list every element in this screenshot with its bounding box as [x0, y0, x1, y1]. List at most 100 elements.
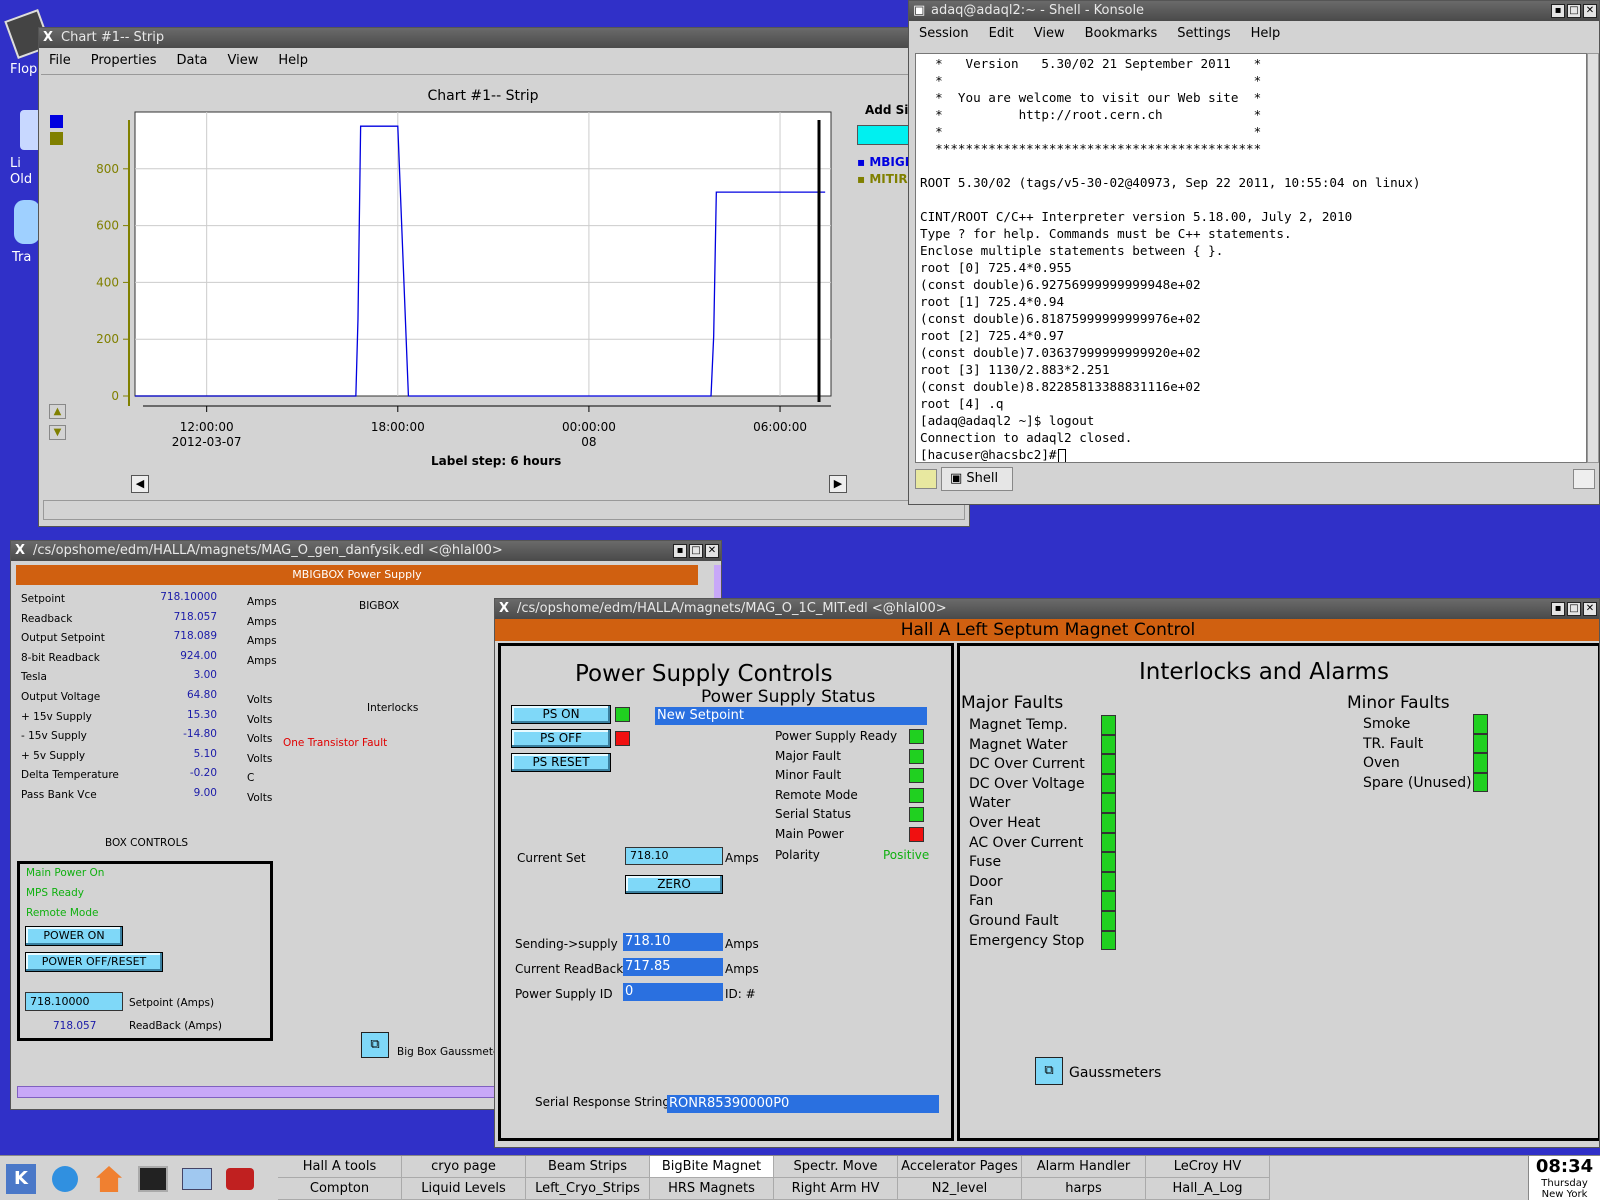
new-tab-icon[interactable]	[915, 469, 937, 489]
series-color-swatch-blue[interactable]	[50, 115, 63, 128]
remote-mode-status: Remote Mode	[26, 907, 99, 919]
close-icon[interactable]: ✕	[705, 544, 719, 558]
taskbar-item[interactable]: Liquid Levels	[402, 1178, 526, 1200]
close-icon[interactable]: ✕	[1583, 4, 1597, 18]
maximize-icon[interactable]: □	[1567, 4, 1581, 18]
row-label: Readback	[21, 612, 73, 625]
fault-label: Magnet Temp.	[969, 717, 1068, 733]
window-list-icon[interactable]	[182, 1168, 212, 1190]
status-indicator	[909, 729, 924, 744]
fault-indicator	[1101, 911, 1116, 931]
menu-view[interactable]: View	[218, 53, 269, 68]
strip-chart-titlebar[interactable]: X Chart #1-- Strip	[39, 28, 969, 48]
taskbar-item[interactable]: Alarm Handler	[1022, 1156, 1146, 1178]
scroll-right-icon[interactable]: ▶	[829, 475, 847, 493]
maximize-icon[interactable]: □	[689, 544, 703, 558]
konsole-titlebar[interactable]: ▣ adaq@adaql2:~ - Shell - Konsole ▪ □ ✕	[909, 1, 1599, 21]
current-set-unit: Amps	[725, 851, 759, 865]
globe-icon[interactable]	[52, 1166, 78, 1192]
minimize-icon[interactable]: ▪	[673, 544, 687, 558]
menu-file[interactable]: File	[39, 53, 81, 68]
terminal-icon[interactable]	[138, 1166, 168, 1192]
terminal-scrollbar[interactable]	[1587, 53, 1599, 463]
septum-titlebar[interactable]: X/cs/opshome/edm/HALLA/magnets/MAG_O_1C_…	[495, 599, 1599, 619]
terminal-line: root [4] .q	[920, 396, 1004, 411]
readback-unit: Amps	[725, 962, 759, 976]
minimize-icon[interactable]: ▪	[1551, 602, 1565, 616]
taskbar-item[interactable]: BigBite Magnet	[650, 1156, 774, 1178]
close-tab-icon[interactable]	[1573, 469, 1595, 489]
taskbar-item[interactable]: Right Arm HV	[774, 1178, 898, 1200]
menu-settings[interactable]: Settings	[1167, 26, 1240, 41]
row-label: Output Voltage	[21, 691, 101, 703]
row-value: -0.20	[189, 767, 217, 780]
y-tick-label: 400	[96, 275, 119, 289]
maximize-icon[interactable]: □	[1567, 602, 1581, 616]
power-on-button[interactable]: POWER ON	[25, 926, 123, 946]
status-indicator	[909, 807, 924, 823]
menu-bookmarks[interactable]: Bookmarks	[1075, 26, 1168, 41]
row-value: 64.80	[186, 689, 217, 701]
tab-shell[interactable]: ▣ Shell	[941, 467, 1013, 491]
current-set-input[interactable]: 718.10	[625, 847, 723, 865]
ps-off-button[interactable]: PS OFF	[511, 729, 611, 748]
menu-session[interactable]: Session	[909, 26, 979, 41]
fault-indicator	[1473, 753, 1488, 773]
taskbar-item[interactable]: Beam Strips	[526, 1156, 650, 1178]
toolbox-icon[interactable]	[226, 1168, 254, 1190]
power-off-reset-button[interactable]: POWER OFF/RESET	[25, 952, 163, 972]
menu-help[interactable]: Help	[268, 53, 318, 68]
y-tick-label: 200	[96, 332, 119, 346]
minimize-icon[interactable]: ▪	[1551, 4, 1565, 18]
menu-help[interactable]: Help	[1241, 26, 1291, 41]
taskbar-item[interactable]: Left_Cryo_Strips	[526, 1178, 650, 1200]
konsole-menubar: Session Edit View Bookmarks Settings Hel…	[909, 21, 1599, 45]
taskbar-item[interactable]: Accelerator Pages	[898, 1156, 1022, 1178]
menu-edit[interactable]: Edit	[979, 26, 1024, 41]
taskbar-item[interactable]: cryo page	[402, 1156, 526, 1178]
ps-reset-button[interactable]: PS RESET	[511, 753, 611, 772]
menu-properties[interactable]: Properties	[81, 53, 167, 68]
taskbar-item[interactable]: harps	[1022, 1178, 1146, 1200]
row-label: - 15v Supply	[21, 730, 87, 743]
zoom-up-icon[interactable]: ▲	[49, 404, 66, 419]
series-color-swatch-olive[interactable]	[50, 132, 63, 145]
legend-entry-mbigb: ▪ MBIGB	[857, 155, 914, 169]
menu-data[interactable]: Data	[166, 53, 217, 68]
fault-indicator	[1101, 715, 1116, 735]
fault-label: Emergency Stop	[969, 932, 1085, 949]
scroll-left-icon[interactable]: ◀	[131, 475, 149, 493]
close-icon[interactable]: ✕	[1583, 602, 1597, 616]
terminal-line: * You are welcome to visit our Web site …	[920, 90, 1262, 105]
clock[interactable]: 08:34 Thursday New York	[1528, 1156, 1600, 1200]
home-icon[interactable]	[96, 1166, 122, 1192]
legend-entry-mitire: ▪ MITIRE	[857, 172, 916, 186]
kde-menu-icon[interactable]: K	[6, 1164, 36, 1194]
gaussmeters-icon[interactable]: ⧉	[1035, 1057, 1063, 1085]
septum-window: X/cs/opshome/edm/HALLA/magnets/MAG_O_1C_…	[494, 598, 1600, 1148]
terminal-line: ****************************************…	[920, 141, 1262, 156]
tab-shell-label: Shell	[966, 471, 999, 486]
taskbar-item[interactable]: HRS Magnets	[650, 1178, 774, 1200]
taskbar-item[interactable]: Compton	[278, 1178, 402, 1200]
gaussmeter-icon[interactable]: ⧉	[361, 1032, 389, 1058]
trash-icon[interactable]	[14, 200, 40, 244]
bigbox-titlebar[interactable]: X/cs/opshome/edm/HALLA/magnets/MAG_O_gen…	[11, 541, 721, 561]
taskbar-item[interactable]: N2_level	[898, 1178, 1022, 1200]
polarity-value: Positive	[883, 848, 930, 862]
taskbar-item[interactable]: Hall A tools	[278, 1156, 402, 1178]
fault-label: Ground Fault	[969, 913, 1059, 929]
taskbar-item[interactable]: Hall_A_Log	[1146, 1178, 1270, 1200]
zero-button[interactable]: ZERO	[625, 875, 723, 894]
row-unit: Volts	[247, 792, 273, 804]
taskbar-item[interactable]: LeCroy HV	[1146, 1156, 1270, 1178]
setpoint-input[interactable]: 718.10000	[25, 992, 123, 1011]
bigbox-title: /cs/opshome/edm/HALLA/magnets/MAG_O_gen_…	[33, 543, 503, 558]
terminal-line: (const double)6.92756999999999948e+02	[920, 277, 1201, 292]
terminal-output[interactable]: * Version 5.30/02 21 September 2011 * * …	[915, 53, 1587, 463]
menu-view[interactable]: View	[1024, 26, 1075, 41]
zoom-down-icon[interactable]: ▼	[49, 425, 66, 440]
taskbar-item[interactable]: Spectr. Move	[774, 1156, 898, 1178]
bigbox-header: MBIGBOX Power Supply	[16, 565, 698, 585]
ps-on-button[interactable]: PS ON	[511, 705, 611, 724]
